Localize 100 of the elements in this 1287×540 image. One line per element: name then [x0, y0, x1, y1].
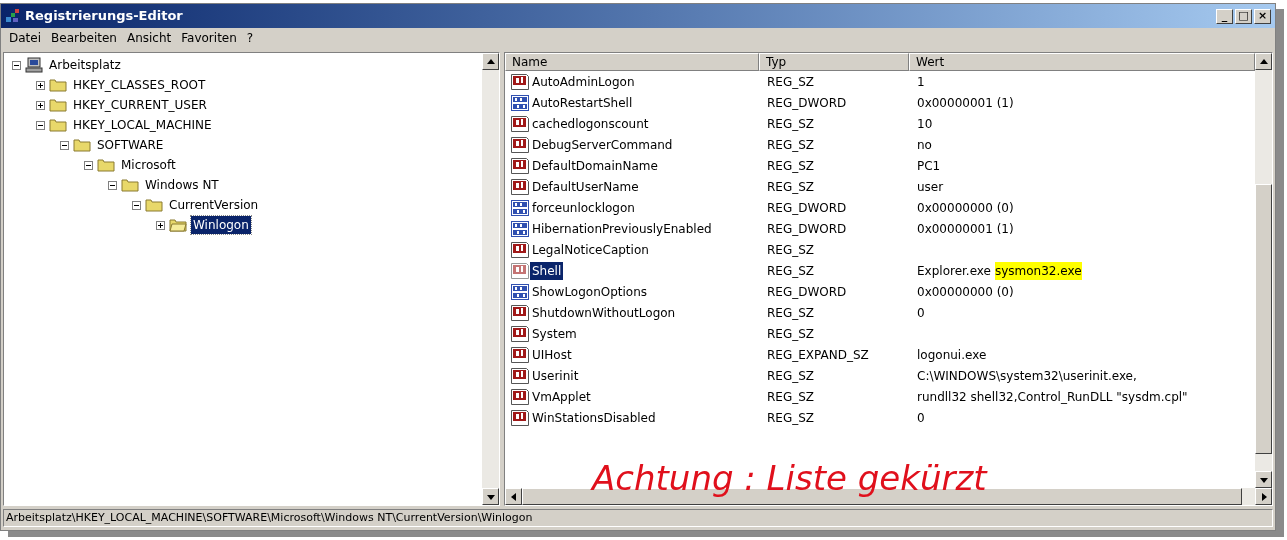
- collapse-toggle[interactable]: [60, 140, 69, 150]
- value-name[interactable]: LegalNoticeCaption: [530, 240, 651, 259]
- string-value-icon: [511, 346, 529, 363]
- minimize-button[interactable]: _: [1216, 8, 1233, 24]
- value-name[interactable]: DefaultDomainName: [530, 156, 660, 175]
- collapse-toggle[interactable]: [132, 200, 141, 210]
- tree-item[interactable]: Arbeitsplatz: [47, 56, 123, 74]
- value-data: PC1: [917, 157, 941, 175]
- close-button[interactable]: ×: [1254, 8, 1271, 24]
- value-name[interactable]: WinStationsDisabled: [530, 408, 658, 427]
- value-data: 0: [917, 304, 925, 322]
- value-type: REG_SZ: [766, 409, 816, 427]
- value-name[interactable]: VmApplet: [530, 387, 593, 406]
- tree-item[interactable]: HKEY_LOCAL_MACHINE: [71, 116, 214, 134]
- string-value-icon: [511, 157, 529, 174]
- value-data: 0x00000000 (0): [917, 199, 1014, 217]
- menu-item[interactable]: Favoriten: [177, 29, 241, 47]
- folder-icon: [49, 118, 67, 132]
- tree-item[interactable]: CurrentVersion: [167, 196, 261, 214]
- string-value-icon: [511, 304, 529, 321]
- scroll-right-button[interactable]: [1255, 488, 1272, 505]
- value-type: REG_SZ: [766, 157, 816, 175]
- scroll-down-button[interactable]: [1255, 471, 1272, 488]
- value-name[interactable]: HibernationPreviouslyEnabled: [530, 219, 714, 238]
- value-type: REG_DWORD: [766, 94, 848, 112]
- binary-value-icon: [511, 283, 529, 300]
- folder-icon: [73, 138, 91, 152]
- value-type: REG_DWORD: [766, 283, 848, 301]
- collapse-toggle[interactable]: [12, 60, 21, 70]
- binary-value-icon: [511, 94, 529, 111]
- value-data: user: [917, 178, 944, 196]
- value-name[interactable]: cachedlogonscount: [530, 114, 651, 133]
- expand-toggle[interactable]: [36, 80, 45, 90]
- tree-item[interactable]: Winlogon: [191, 216, 251, 234]
- column-header[interactable]: Typ: [759, 53, 909, 71]
- menu-item[interactable]: Ansicht: [122, 29, 176, 47]
- value-name[interactable]: ShutdownWithoutLogon: [530, 303, 678, 322]
- open-folder-icon: [169, 218, 187, 232]
- string-value-icon: [511, 325, 529, 342]
- value-data: 10: [917, 115, 933, 133]
- collapse-toggle[interactable]: [36, 120, 45, 130]
- value-name[interactable]: System: [530, 324, 579, 343]
- scroll-down-button[interactable]: [482, 488, 499, 505]
- value-type: REG_DWORD: [766, 199, 848, 217]
- binary-value-icon: [511, 199, 529, 216]
- value-type: REG_SZ: [766, 325, 816, 343]
- scroll-left-button[interactable]: [505, 488, 522, 505]
- value-type: REG_SZ: [766, 262, 816, 280]
- tree-item[interactable]: SOFTWARE: [95, 136, 166, 154]
- folder-icon: [49, 78, 67, 92]
- value-name[interactable]: DefaultUserName: [530, 177, 641, 196]
- value-name[interactable]: UIHost: [530, 345, 574, 364]
- tree-item[interactable]: Microsoft: [119, 156, 178, 174]
- menu-item[interactable]: Datei: [5, 29, 45, 47]
- menu-item[interactable]: Bearbeiten: [47, 29, 121, 47]
- value-type: REG_SZ: [766, 241, 816, 259]
- value-name[interactable]: AutoRestartShell: [530, 93, 635, 112]
- highlighted-value-data: sysmon32.exe: [994, 261, 1082, 280]
- maximize-button[interactable]: □: [1235, 8, 1252, 24]
- value-name[interactable]: DebugServerCommand: [530, 135, 675, 154]
- value-data: C:\WINDOWS\system32\userinit.exe,: [917, 367, 1137, 385]
- value-name[interactable]: AutoAdminLogon: [530, 72, 637, 91]
- folder-icon: [49, 98, 67, 112]
- collapse-toggle[interactable]: [108, 180, 117, 190]
- string-value-icon: [511, 136, 529, 153]
- value-type: REG_SZ: [766, 178, 816, 196]
- value-data: 0x00000001 (1): [917, 220, 1014, 238]
- annotation-text: Achtung : Liste gekürzt: [592, 458, 987, 498]
- value-name[interactable]: Userinit: [530, 366, 581, 385]
- collapse-toggle[interactable]: [84, 160, 93, 170]
- expand-toggle[interactable]: [156, 220, 165, 230]
- scrollbar[interactable]: [482, 53, 499, 505]
- expand-toggle[interactable]: [36, 100, 45, 110]
- string-value-icon: [511, 262, 529, 279]
- scroll-up-button[interactable]: [482, 53, 499, 70]
- tree-item[interactable]: HKEY_CURRENT_USER: [71, 96, 209, 114]
- value-data: 0: [917, 409, 925, 427]
- value-name[interactable]: Shell: [530, 261, 564, 280]
- tree-item[interactable]: Windows NT: [143, 176, 221, 194]
- string-value-icon: [511, 73, 529, 90]
- value-type: REG_SZ: [766, 136, 816, 154]
- string-value-icon: [511, 388, 529, 405]
- value-name[interactable]: forceunlocklogon: [530, 198, 637, 217]
- scroll-thumb[interactable]: [1255, 184, 1272, 454]
- column-header[interactable]: Name: [505, 53, 759, 71]
- string-value-icon: [511, 178, 529, 195]
- value-name[interactable]: ShowLogonOptions: [530, 282, 650, 301]
- binary-value-icon: [511, 220, 529, 237]
- window-title: Registrierungs-Editor: [25, 7, 184, 26]
- menu-item[interactable]: ?: [242, 29, 258, 47]
- scrollbar[interactable]: [1255, 53, 1272, 488]
- scroll-up-button[interactable]: [1255, 53, 1272, 70]
- value-type: REG_SZ: [766, 73, 816, 91]
- tree-item[interactable]: HKEY_CLASSES_ROOT: [71, 76, 208, 94]
- string-value-icon: [511, 409, 529, 426]
- value-data: no: [917, 136, 932, 154]
- value-data: logonui.exe: [917, 346, 987, 364]
- value-data: Explorer.exe: [917, 262, 991, 280]
- registry-editor-icon: [5, 8, 21, 24]
- column-header[interactable]: Wert: [909, 53, 1255, 71]
